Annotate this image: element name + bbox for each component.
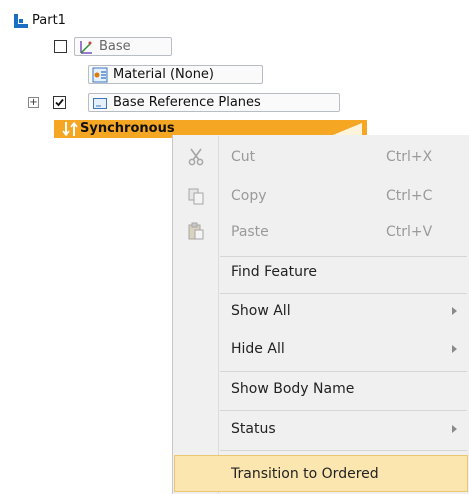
tree-node-label: Material (None) [113,67,215,82]
material-node-box: Material (None) [88,65,263,84]
selection-wedge-icon [322,122,362,137]
base-feature-icon [78,39,94,55]
submenu-arrow-icon [452,425,457,433]
synchronous-icon [62,121,78,137]
menu-item-label: Cut [231,149,256,165]
submenu-arrow-icon [452,307,457,315]
menu-item-label: Copy [231,188,267,204]
menu-item-show-body-name[interactable]: Show Body Name [174,374,468,406]
feature-tree: Part1 Base Material (None) + Base Refere… [0,0,469,140]
menu-item-transition-to-ordered[interactable]: Transition to Ordered [174,455,468,492]
copy-icon [187,187,205,205]
part-icon [13,13,29,29]
menu-item-label: Hide All [231,341,285,357]
menu-item-status[interactable]: Status [174,414,468,446]
menu-item-label: Status [231,421,276,437]
menu-separator [220,293,467,294]
menu-item-label: Find Feature [231,264,318,280]
material-icon [92,67,108,83]
menu-separator [220,410,467,411]
submenu-arrow-icon [452,345,457,353]
menu-item-cut[interactable]: Cut Ctrl+X [174,141,468,173]
check-icon [55,98,64,107]
scissors-icon [187,148,205,166]
menu-item-label: Show Body Name [231,381,355,397]
base-node-box: Base [74,37,172,56]
tree-node-label: Part1 [32,13,66,28]
tree-node-label: Base [99,39,131,54]
menu-item-hide-all[interactable]: Hide All [174,334,468,366]
ref-planes-node-box: Base Reference Planes [88,93,340,112]
reference-plane-icon [92,95,108,111]
menu-item-find-feature[interactable]: Find Feature [174,257,468,290]
menu-item-shortcut: Ctrl+V [386,224,433,240]
tree-node-label: Synchronous [80,121,175,136]
tree-node-label: Base Reference Planes [113,95,261,110]
ref-planes-checkbox[interactable] [53,96,66,109]
expand-icon[interactable]: + [28,97,39,108]
menu-item-show-all[interactable]: Show All [174,296,468,328]
menu-item-shortcut: Ctrl+C [386,188,433,204]
menu-separator [220,371,467,372]
menu-separator [220,450,467,451]
menu-item-shortcut: Ctrl+X [386,149,433,165]
menu-item-label: Paste [231,224,269,240]
base-checkbox[interactable] [54,40,67,53]
menu-item-copy[interactable]: Copy Ctrl+C [174,180,468,212]
menu-item-paste[interactable]: Paste Ctrl+V [174,216,468,248]
menu-item-label: Transition to Ordered [231,466,379,482]
paste-icon [187,222,205,240]
menu-item-label: Show All [231,303,291,319]
